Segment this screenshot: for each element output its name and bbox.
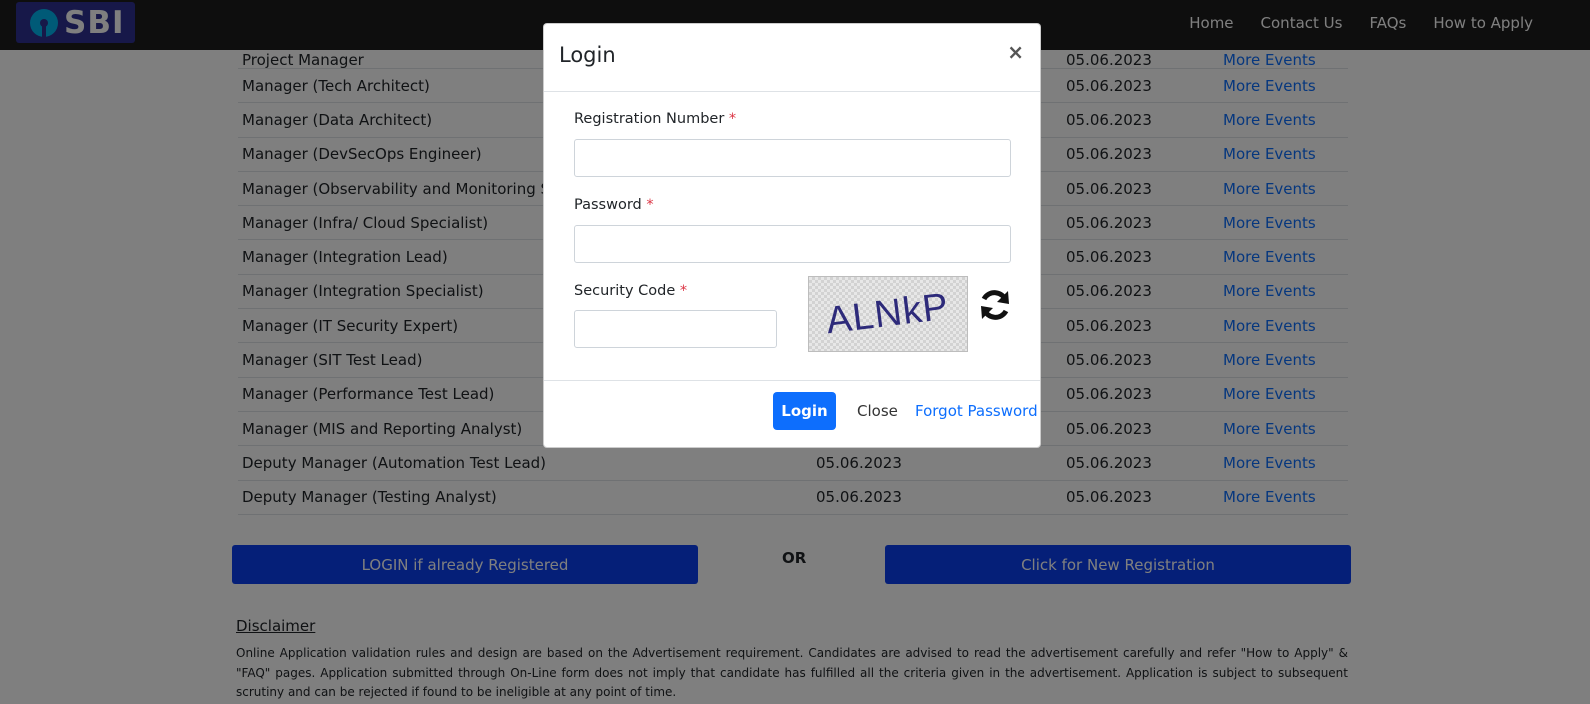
modal-footer: Login Close Forgot Password <box>544 381 1040 447</box>
login-modal: Login × Registration Number * Password *… <box>543 23 1041 448</box>
close-button[interactable]: Close <box>857 402 898 420</box>
refresh-captcha-icon[interactable] <box>975 285 1015 325</box>
captcha-image: ALNkP <box>808 276 968 352</box>
password-input[interactable] <box>574 225 1011 263</box>
security-code-label: Security Code * <box>574 283 687 299</box>
close-icon[interactable]: × <box>1007 40 1024 64</box>
modal-title: Login <box>559 43 616 67</box>
required-mark: * <box>679 283 688 299</box>
registration-number-label: Registration Number * <box>574 111 736 127</box>
password-label-text: Password <box>574 197 642 213</box>
captcha-text: ALNkP <box>824 285 952 342</box>
modal-header: Login × <box>544 24 1040 92</box>
security-code-input[interactable] <box>574 310 777 348</box>
login-button[interactable]: Login <box>773 392 836 430</box>
registration-number-input[interactable] <box>574 139 1011 177</box>
forgot-password-link[interactable]: Forgot Password <box>915 402 1038 420</box>
modal-body: Registration Number * Password * Securit… <box>544 92 1040 381</box>
password-label: Password * <box>574 197 654 213</box>
required-mark: * <box>646 197 654 213</box>
required-mark: * <box>728 111 737 127</box>
registration-number-label-text: Registration Number <box>574 111 725 127</box>
security-code-label-text: Security Code <box>574 283 676 299</box>
